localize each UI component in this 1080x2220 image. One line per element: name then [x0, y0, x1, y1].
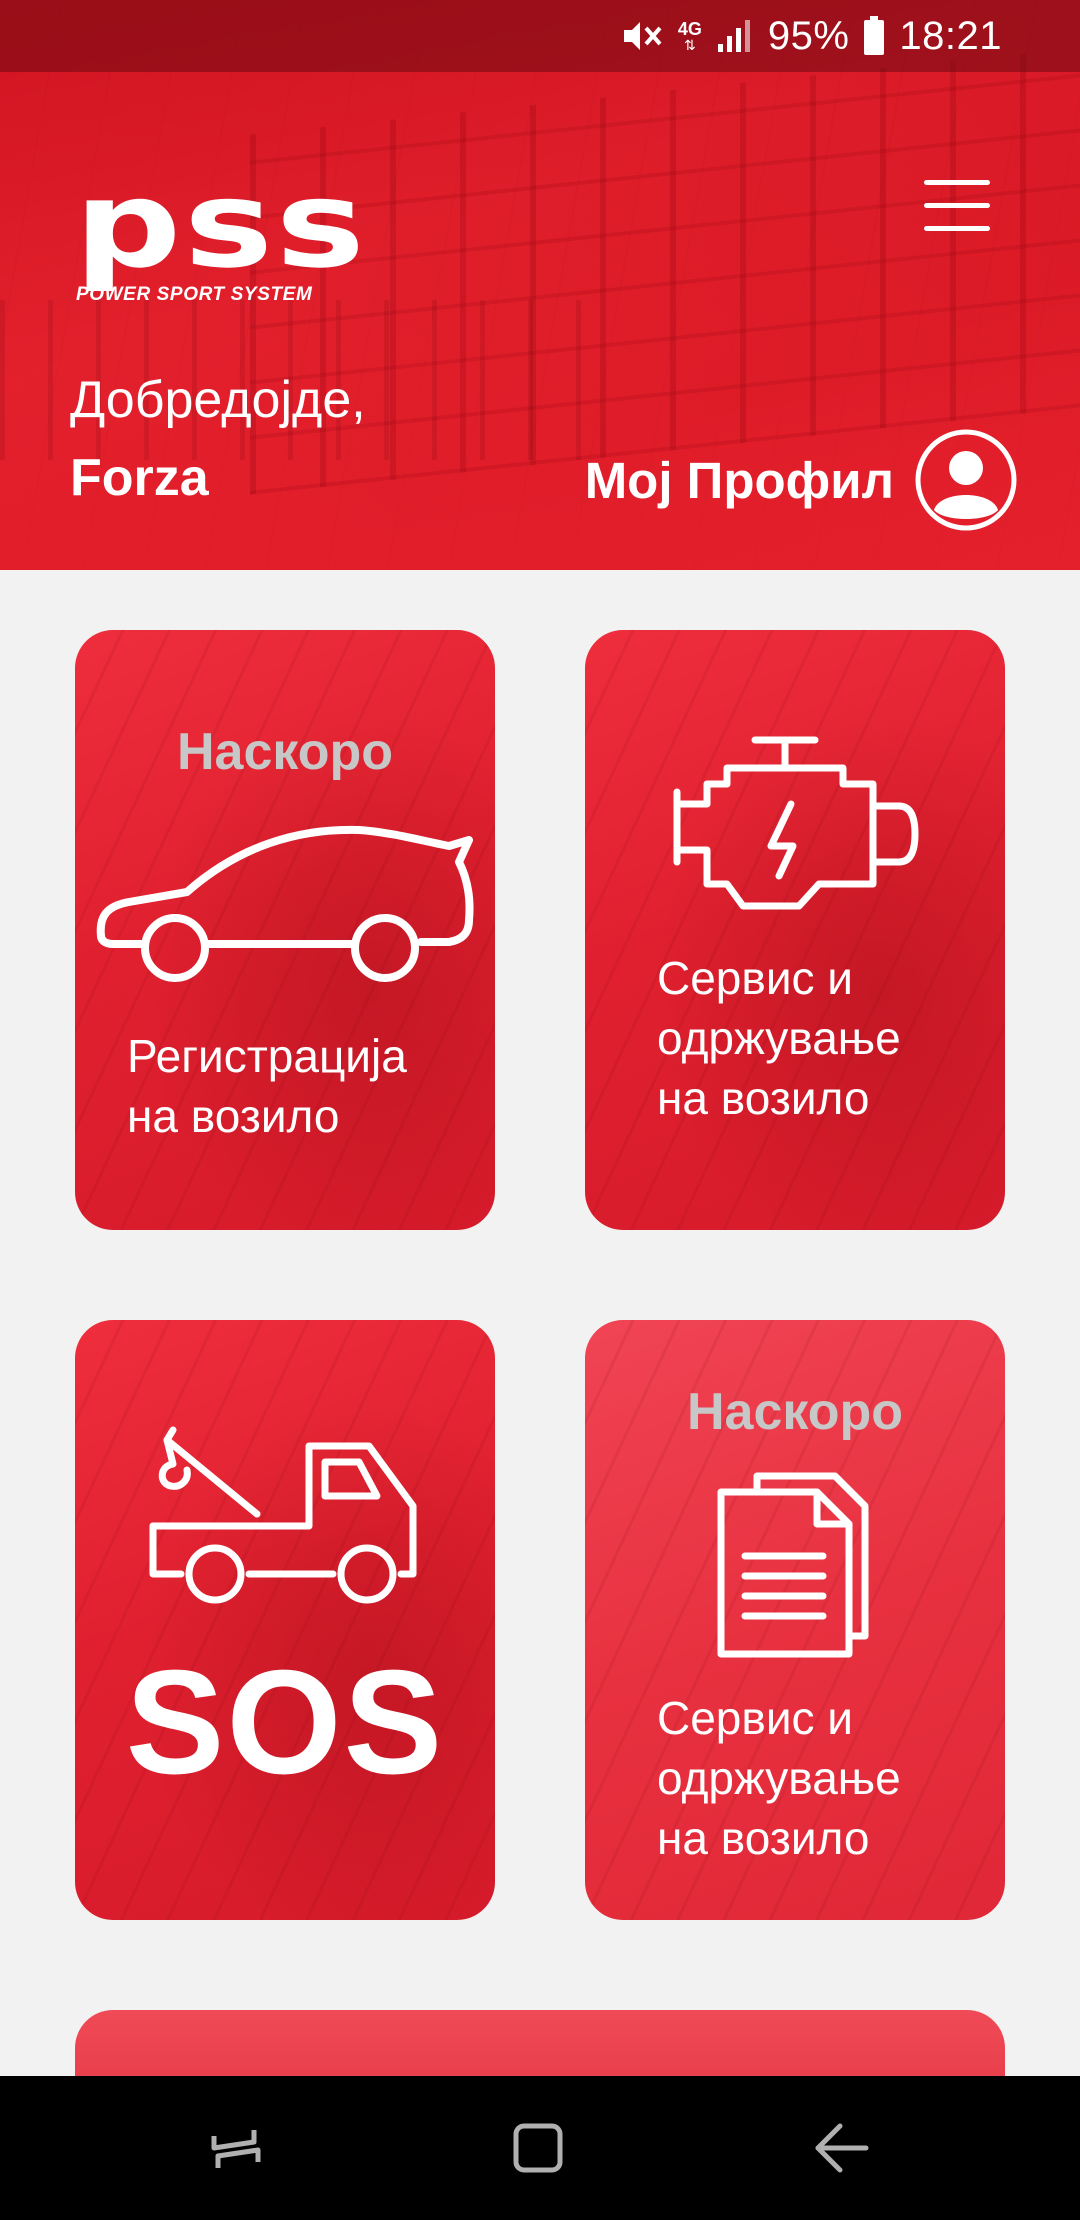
network-type: 4G [677, 19, 702, 39]
home-icon[interactable] [502, 2112, 574, 2184]
documents-icon [717, 1472, 869, 1658]
greeting: Добредојде, Forza [70, 368, 366, 510]
coming-soon-label: Наскоро [686, 1383, 904, 1441]
hamburger-icon-bar [924, 203, 990, 208]
tile-vehicle-registration[interactable]: Наскоро Регистрација на возило [75, 630, 495, 1230]
tow-truck-icon [149, 1426, 417, 1604]
coming-soon-label: Наскоро [176, 723, 394, 781]
my-profile-button[interactable]: Мој Профил [585, 428, 1018, 532]
tile-label: Сервис и одржување на возило [657, 1692, 901, 1864]
app-header: 4G ⇅ 95% 18:21 pss POWER SPORT SYSTEM До… [0, 0, 1080, 570]
tile-label: Регистрација на возило [127, 1030, 407, 1142]
user-avatar-icon [915, 429, 1017, 531]
user-name: Forza [70, 449, 209, 507]
tile-documents[interactable]: Наскоро Сервис и одржување на возило [585, 1320, 1005, 1920]
battery-icon [864, 16, 885, 55]
clock: 18:21 [899, 13, 1002, 58]
mute-vibrate-icon [623, 22, 662, 50]
system-navigation-bar [0, 2076, 1080, 2220]
tile-vehicle-service[interactable]: Сервис и одржување на возило [585, 630, 1005, 1230]
hamburger-icon-bar [924, 226, 990, 231]
battery-percentage: 95% [767, 13, 850, 58]
sos-label: SOS [125, 1640, 445, 1805]
4g-data-icon: 4G ⇅ [677, 19, 702, 53]
logo-wordmark: pss [74, 156, 368, 295]
back-icon[interactable] [804, 2112, 876, 2184]
engine-icon [673, 736, 919, 910]
status-bar: 4G ⇅ 95% 18:21 [0, 0, 1080, 72]
pss-logo: pss POWER SPORT SYSTEM [74, 166, 374, 306]
car-icon [96, 825, 474, 982]
menu-button[interactable] [924, 180, 990, 236]
hamburger-icon-bar [924, 180, 990, 185]
tile-label: Сервис и одржување на возило [657, 952, 901, 1124]
logo-subtitle: POWER SPORT SYSTEM [76, 284, 313, 305]
my-profile-label: Мој Профил [584, 451, 894, 509]
recent-apps-icon[interactable] [200, 2112, 272, 2184]
signal-icon [717, 20, 750, 52]
greeting-text: Добредојде, [70, 371, 366, 429]
tile-sos[interactable]: SOS [75, 1320, 495, 1920]
